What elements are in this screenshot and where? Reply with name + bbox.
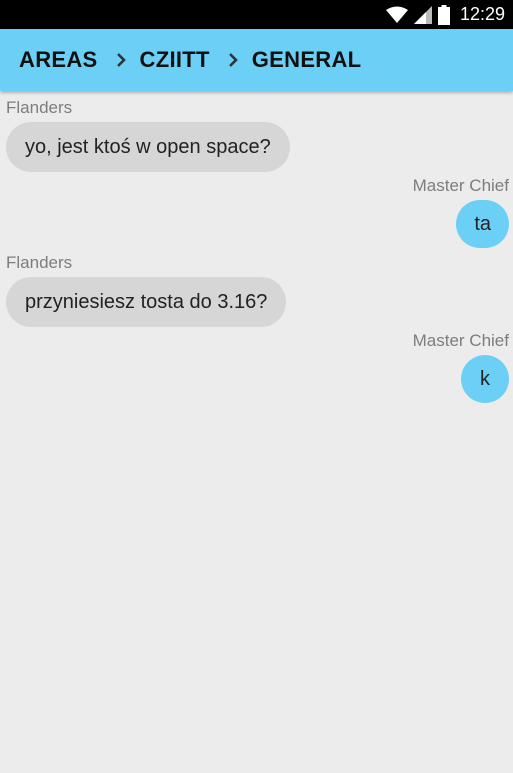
message-item: Master Chief k xyxy=(413,331,509,403)
message-sender: Master Chief xyxy=(412,176,509,195)
message-item: Flanders przyniesiesz tosta do 3.16? xyxy=(6,253,287,327)
cell-signal-icon xyxy=(413,5,432,24)
breadcrumb: AREAS CZIITT GENERAL xyxy=(0,29,513,91)
status-bar: 12:29 xyxy=(0,0,513,29)
breadcrumb-item-cziitt[interactable]: CZIITT xyxy=(140,47,210,73)
wifi-icon xyxy=(385,6,408,24)
message-bubble[interactable]: ta xyxy=(456,200,509,248)
message-bubble[interactable]: przyniesiesz tosta do 3.16? xyxy=(6,277,287,327)
breadcrumb-item-areas[interactable]: AREAS xyxy=(19,47,98,73)
message-sender: Flanders xyxy=(6,253,73,272)
message-sender: Master Chief xyxy=(412,331,509,350)
message-item: Master Chief ta xyxy=(413,176,509,248)
message-sender: Flanders xyxy=(6,98,73,117)
message-bubble[interactable]: yo, jest ktoś w open space? xyxy=(6,122,290,172)
chevron-right-icon xyxy=(116,52,126,68)
status-time: 12:29 xyxy=(459,4,505,24)
chevron-right-icon xyxy=(228,52,238,68)
message-item: Flanders yo, jest ktoś w open space? xyxy=(6,98,290,172)
battery-icon xyxy=(437,4,450,25)
message-bubble[interactable]: k xyxy=(461,355,509,403)
breadcrumb-item-general[interactable]: GENERAL xyxy=(252,47,362,73)
